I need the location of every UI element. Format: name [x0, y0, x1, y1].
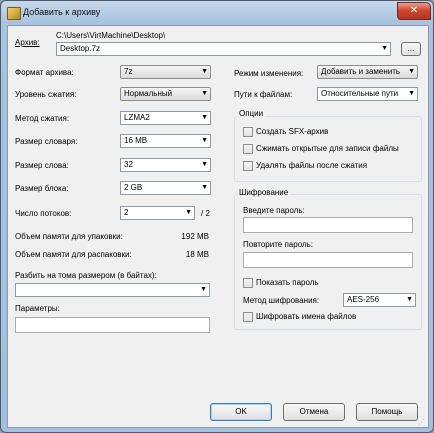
delete-after-checkbox[interactable]	[243, 161, 253, 171]
threads-max: / 2	[201, 209, 210, 218]
update-mode-label: Режим изменения:	[234, 69, 304, 78]
sfx-checkbox[interactable]	[243, 127, 253, 137]
level-label: Уровень сжатия:	[15, 90, 77, 99]
path-mode-select[interactable]: Относительные пути ▼	[317, 87, 418, 101]
chevron-down-icon: ▼	[408, 90, 415, 97]
word-label: Размер слова:	[15, 161, 69, 170]
password-label: Введите пароль:	[243, 206, 305, 215]
dict-select[interactable]: 16 MB ▼	[120, 134, 211, 148]
path-mode-label: Пути к файлам:	[234, 90, 293, 99]
threads-value: 2	[124, 208, 129, 217]
close-button[interactable]: ✕	[397, 2, 431, 20]
browse-button[interactable]: ...	[401, 42, 421, 56]
delete-after-label: Удалять файлы после сжатия	[256, 161, 368, 170]
password-input[interactable]	[243, 217, 413, 233]
help-button[interactable]: Помощь	[356, 403, 418, 421]
chevron-down-icon: ▼	[201, 90, 208, 97]
show-password-label: Показать пароль	[256, 278, 319, 287]
encryption-method-select[interactable]: AES-256 ▼	[343, 293, 416, 307]
level-select[interactable]: Нормальный ▼	[120, 87, 211, 101]
repeat-password-label: Повторите пароль:	[243, 240, 314, 249]
compress-shared-label: Сжимать открытые для записи файлы	[256, 144, 399, 153]
resize-grip-icon[interactable]: ⋰	[418, 418, 425, 426]
method-value: LZMA2	[124, 113, 150, 122]
archive-path-text: C:\Users\VirtMachine\Desktop\	[56, 31, 166, 40]
threads-select[interactable]: 2 ▼	[120, 206, 195, 220]
ok-button[interactable]: OK	[210, 403, 272, 421]
chevron-down-icon: ▼	[201, 68, 208, 75]
chevron-down-icon: ▼	[406, 296, 413, 303]
cancel-button[interactable]: Отмена	[283, 403, 345, 421]
mem-pack-value: 192 MB	[181, 232, 209, 241]
encryption-method-value: AES-256	[347, 295, 380, 304]
chevron-down-icon: ▼	[381, 45, 388, 52]
encrypt-names-checkbox[interactable]	[243, 312, 253, 322]
encrypt-names-label: Шифровать имена файлов	[256, 312, 357, 321]
chevron-down-icon: ▼	[185, 209, 192, 216]
options-legend: Опции	[237, 109, 266, 118]
mem-pack-label: Объем памяти для упаковки:	[15, 232, 123, 241]
params-label: Параметры:	[15, 304, 60, 313]
word-select[interactable]: 32 ▼	[120, 158, 211, 172]
format-label: Формат архива:	[15, 68, 74, 77]
chevron-down-icon: ▼	[201, 184, 208, 191]
update-mode-value: Добавить и заменить	[321, 67, 401, 76]
method-select[interactable]: LZMA2 ▼	[120, 111, 211, 125]
format-value: 7z	[124, 67, 133, 76]
window-title: Добавить к архиву	[23, 7, 101, 17]
archive-label: Архив:	[15, 38, 40, 47]
sfx-label: Создать SFX-архив	[256, 127, 329, 136]
level-value: Нормальный	[124, 89, 173, 98]
dialog-client-area: Архив: C:\Users\VirtMachine\Desktop\ Des…	[7, 25, 429, 428]
method-label: Метод сжатия:	[15, 114, 70, 123]
split-volume-combo[interactable]: ▼	[15, 283, 210, 297]
block-label: Размер блока:	[15, 184, 69, 193]
compress-shared-checkbox[interactable]	[243, 144, 253, 154]
chevron-down-icon: ▼	[201, 137, 208, 144]
encryption-method-label: Метод шифрования:	[243, 296, 320, 305]
path-mode-value: Относительные пути	[321, 89, 399, 98]
mem-unpack-value: 18 MB	[185, 250, 209, 259]
dialog-window: Добавить к архиву ✕ Архив: C:\Users\Virt…	[0, 0, 434, 433]
chevron-down-icon: ▼	[200, 286, 207, 293]
archive-app-icon	[7, 7, 21, 20]
format-select[interactable]: 7z ▼	[120, 65, 211, 79]
dict-label: Размер словаря:	[15, 137, 78, 146]
update-mode-select[interactable]: Добавить и заменить ▼	[317, 65, 418, 79]
mem-unpack-label: Объем памяти для распаковки:	[15, 250, 132, 259]
chevron-down-icon: ▼	[408, 68, 415, 75]
archive-filename-combo[interactable]: Desktop.7z ▼	[56, 42, 391, 56]
chevron-down-icon: ▼	[201, 161, 208, 168]
word-value: 32	[124, 160, 133, 169]
show-password-checkbox[interactable]	[243, 278, 253, 288]
archive-filename-value: Desktop.7z	[60, 44, 101, 53]
repeat-password-input[interactable]	[243, 252, 413, 268]
block-select[interactable]: 2 GB ▼	[120, 181, 211, 195]
threads-label: Число потоков:	[15, 209, 72, 218]
block-value: 2 GB	[124, 183, 143, 192]
dict-value: 16 MB	[124, 136, 148, 145]
params-input[interactable]	[15, 317, 210, 333]
chevron-down-icon: ▼	[201, 114, 208, 121]
encryption-legend: Шифрование	[237, 188, 291, 197]
split-label: Разбить на тома размером (в байтах):	[15, 271, 157, 280]
